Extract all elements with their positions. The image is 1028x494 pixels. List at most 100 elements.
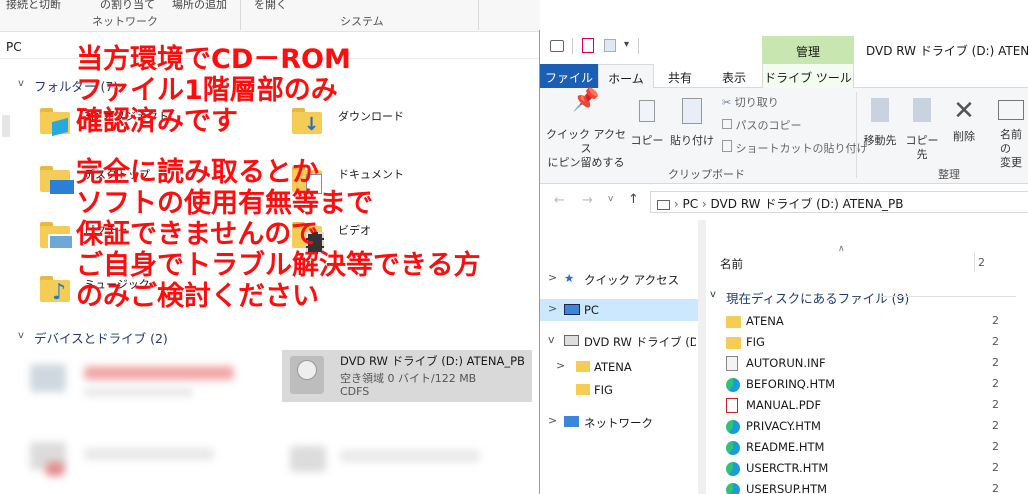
- folder-icon: ♪: [40, 276, 70, 305]
- file-name: USERCTR.HTM: [746, 461, 829, 475]
- file-row[interactable]: USERSUP.HTM 2: [720, 480, 1020, 494]
- nav-item-network[interactable]: > ネットワーク: [540, 411, 698, 433]
- file-row[interactable]: ATENA 2: [720, 312, 1020, 332]
- devices-section-title[interactable]: デバイスとドライブ (2): [34, 328, 168, 347]
- file-row[interactable]: BEFORINQ.HTM 2: [720, 375, 1020, 395]
- window-title: DVD RW ドライブ (D:) ATENA_PB: [866, 44, 1028, 58]
- nav-item-quick-access[interactable]: > ★ クイック アクセス: [540, 268, 698, 290]
- tab-home[interactable]: ホーム: [598, 64, 654, 89]
- folder-icon: [576, 361, 590, 372]
- rename-button[interactable]: 名前の 変更: [986, 94, 1028, 169]
- file-name: BEFORINQ.HTM: [746, 377, 836, 391]
- ribbon-item-add-location[interactable]: 場所の追加: [172, 0, 227, 12]
- file-row[interactable]: AUTORUN.INF 2: [720, 354, 1020, 374]
- group-label-clipboard: クリップボード: [668, 168, 745, 181]
- move-to-label: 移動先: [863, 134, 897, 147]
- ribbon-item-connect[interactable]: 接続と切断: [6, 0, 61, 12]
- drive-icon[interactable]: [550, 40, 564, 52]
- cut-button[interactable]: ✂ 切り取り: [722, 94, 779, 110]
- rename-label: 名前の 変更: [1000, 128, 1022, 169]
- chevron-down-icon[interactable]: v: [18, 78, 24, 89]
- file-row[interactable]: USERCTR.HTM 2: [720, 459, 1020, 479]
- up-arrow-icon[interactable]: ↑: [628, 192, 639, 207]
- chevron-right-icon[interactable]: >: [548, 271, 557, 284]
- dvd-drive-tile[interactable]: DVD RW ドライブ (D:) ATENA_PB 空き領域 0 バイト/122…: [282, 350, 532, 402]
- file-name: FIG: [746, 335, 765, 349]
- dvd-drive-icon: [564, 335, 579, 346]
- tab-share[interactable]: 共有: [654, 64, 706, 88]
- navigation-pane: > ★ クイック アクセス > PC v DVD RW ドライブ (D:) A …: [540, 220, 698, 494]
- ribbon-tabs: ファイル ホーム 共有 表示 ドライブ ツール: [540, 64, 1028, 89]
- navigation-pane-scrollbar[interactable]: [698, 220, 706, 494]
- paste-button[interactable]: 貼り付け: [668, 94, 716, 164]
- forward-arrow-icon[interactable]: →: [582, 193, 593, 208]
- group-title: 現在ディスクにあるファイル (9): [726, 291, 910, 306]
- chevron-right-icon[interactable]: >: [548, 302, 557, 315]
- nav-item-dvd-drive[interactable]: v DVD RW ドライブ (D:) A: [540, 330, 698, 352]
- breadcrumb-drive[interactable]: DVD RW ドライブ (D:) ATENA_PB: [711, 197, 904, 211]
- paste-shortcut-button[interactable]: ショートカットの貼り付け: [722, 140, 868, 156]
- copy-path-icon: [722, 119, 732, 129]
- pin-label: クイック アクセス にピン留めする: [546, 128, 626, 169]
- paste-shortcut-icon: [722, 140, 732, 152]
- chevron-right-icon[interactable]: >: [556, 359, 565, 372]
- nav-item-fig[interactable]: FIG: [540, 379, 698, 401]
- tab-view[interactable]: 表示: [706, 64, 762, 88]
- settings-file-icon: [726, 356, 738, 371]
- separator: [638, 38, 639, 54]
- tab-file[interactable]: ファイル: [540, 64, 598, 88]
- folder-icon: [726, 316, 741, 328]
- ribbon-separator: [856, 92, 857, 178]
- back-arrow-icon[interactable]: ←: [554, 193, 565, 208]
- ribbon-item-map[interactable]: の割り当て: [100, 0, 155, 12]
- tab-drive-tools[interactable]: ドライブ ツール: [762, 64, 854, 88]
- chevron-down-icon[interactable]: v: [18, 330, 24, 341]
- quick-access-dropdown-icon[interactable]: ▾: [624, 39, 629, 50]
- home-ribbon: 📌 クイック アクセス にピン留めする コピー 貼り付け ✂ 切り取り パスのコ…: [540, 88, 1028, 184]
- recent-dropdown-icon[interactable]: v: [608, 194, 613, 204]
- move-to-button[interactable]: 移動先: [860, 94, 900, 164]
- pin-quick-access-button[interactable]: 📌 クイック アクセス にピン留めする: [544, 90, 628, 170]
- navigation-bar: ← → v ↑ › PC › DVD RW ドライブ (D:) ATENA_PB: [540, 184, 1028, 220]
- chevron-right-icon[interactable]: >: [548, 414, 557, 427]
- edge-browser-icon: [726, 441, 740, 455]
- drive-icon: [657, 199, 670, 210]
- manage-context-tab[interactable]: 管理: [762, 36, 854, 64]
- background-ribbon: 接続と切断 の割り当て 場所の追加 を開く ネットワーク システム: [0, 0, 540, 32]
- edge-browser-icon: [726, 483, 740, 494]
- ribbon-group-system: システム: [340, 15, 384, 28]
- column-header-date[interactable]: 2: [978, 256, 985, 269]
- file-row[interactable]: MANUAL.PDF 2: [720, 396, 1020, 416]
- copy-to-button[interactable]: コピー先: [902, 94, 942, 164]
- edge-browser-icon: [726, 378, 740, 392]
- blurred-drive-label: [84, 366, 234, 380]
- music-note-icon: ♪: [52, 280, 67, 305]
- chevron-down-icon[interactable]: v: [548, 333, 555, 346]
- drive-free-space: 空き領域 0 バイト/122 MB: [340, 372, 477, 385]
- background-explorer-window: 接続と切断 の割り当て 場所の追加 を開く ネットワーク システム PC v フ…: [0, 0, 540, 494]
- properties-icon[interactable]: [582, 38, 594, 53]
- nav-item-atena[interactable]: > ATENA: [540, 356, 698, 378]
- address-bar[interactable]: › PC › DVD RW ドライブ (D:) ATENA_PB: [650, 191, 1028, 213]
- column-divider[interactable]: [974, 252, 975, 272]
- folder-icon: [40, 108, 70, 137]
- nav-label: DVD RW ドライブ (D:) A: [584, 335, 696, 349]
- notice-line: 確認済みです: [76, 106, 238, 137]
- copy-path-button[interactable]: パスのコピー: [722, 117, 802, 133]
- selection-fragment: [2, 115, 10, 137]
- group-header[interactable]: v 現在ディスクにあるファイル (9): [706, 286, 1016, 308]
- delete-button[interactable]: ✕ 削除: [950, 94, 978, 164]
- network-icon: [564, 416, 579, 427]
- file-row[interactable]: FIG 2: [720, 333, 1020, 353]
- column-header-name[interactable]: 名前: [720, 256, 743, 272]
- nav-item-pc[interactable]: > PC: [540, 299, 698, 321]
- file-row[interactable]: PRIVACY.HTM 2: [720, 417, 1020, 437]
- new-folder-icon[interactable]: [604, 39, 616, 52]
- separator: [572, 38, 573, 54]
- breadcrumb-pc[interactable]: PC: [682, 197, 698, 211]
- copy-button[interactable]: コピー: [630, 94, 664, 164]
- paste-icon: [682, 98, 702, 124]
- edge-browser-icon: [726, 420, 740, 434]
- ribbon-item-open[interactable]: を開く: [254, 0, 287, 12]
- file-row[interactable]: README.HTM 2: [720, 438, 1020, 458]
